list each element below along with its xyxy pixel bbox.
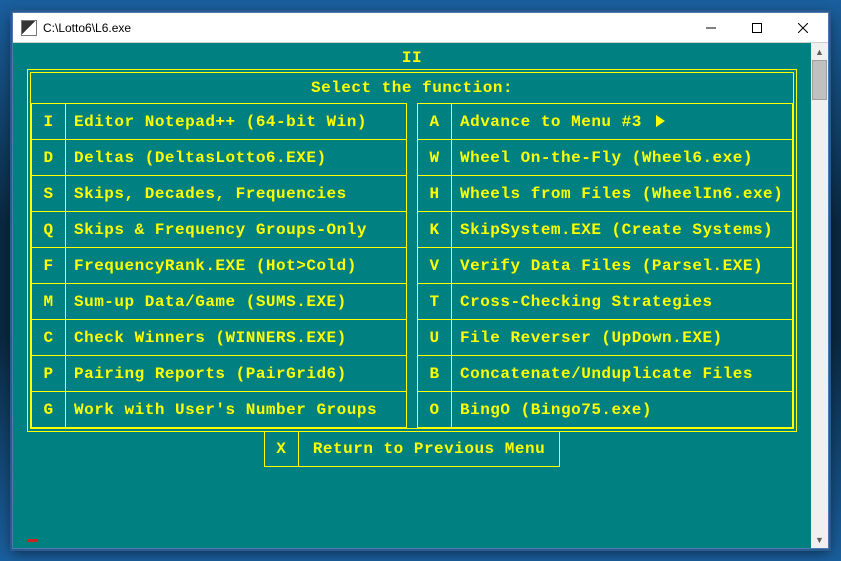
menu-item-c[interactable]: CCheck Winners (WINNERS.EXE) <box>32 320 407 356</box>
menu-key: Q <box>32 212 66 248</box>
menu-label: FrequencyRank.EXE (Hot>Cold) <box>66 248 407 284</box>
menu-frame: Select the function: IEditor Notepad++ (… <box>27 69 797 432</box>
scroll-up-button[interactable]: ▲ <box>811 43 828 60</box>
menu-item-a[interactable]: AAdvance to Menu #3 <box>418 104 793 140</box>
menu-item-o[interactable]: OBingO (Bingo75.exe) <box>418 392 793 428</box>
menu-key: H <box>418 176 452 212</box>
menu-label: Verify Data Files (Parsel.EXE) <box>452 248 793 284</box>
menu-item-t[interactable]: TCross-Checking Strategies <box>418 284 793 320</box>
maximize-button[interactable] <box>734 14 780 42</box>
menu-key: C <box>32 320 66 356</box>
menu-key: A <box>418 104 452 140</box>
page-number: II <box>27 49 797 67</box>
app-icon <box>21 20 37 36</box>
menu-key: S <box>32 176 66 212</box>
content-area: II Select the function: IEditor Notepad+… <box>13 43 828 548</box>
menu-label: Wheel On-the-Fly (Wheel6.exe) <box>452 140 793 176</box>
menu-key: V <box>418 248 452 284</box>
menu-item-i[interactable]: IEditor Notepad++ (64-bit Win) <box>32 104 407 140</box>
menu-label: Pairing Reports (PairGrid6) <box>66 356 407 392</box>
menu-item-d[interactable]: DDeltas (DeltasLotto6.EXE) <box>32 140 407 176</box>
scroll-thumb[interactable] <box>812 60 827 100</box>
menu-label: Check Winners (WINNERS.EXE) <box>66 320 407 356</box>
minimize-button[interactable] <box>688 14 734 42</box>
footer-menu: X Return to Previous Menu <box>264 432 560 467</box>
menu-label: Skips & Frequency Groups-Only <box>66 212 407 248</box>
menu-label: Sum-up Data/Game (SUMS.EXE) <box>66 284 407 320</box>
menu-item-b[interactable]: BConcatenate/Unduplicate Files <box>418 356 793 392</box>
menu-label: Return to Previous Menu <box>298 432 559 467</box>
menu-label: Concatenate/Unduplicate Files <box>452 356 793 392</box>
menu-item-w[interactable]: WWheel On-the-Fly (Wheel6.exe) <box>418 140 793 176</box>
vertical-scrollbar[interactable]: ▲ ▼ <box>811 43 828 548</box>
menu-key: D <box>32 140 66 176</box>
menu-key: M <box>32 284 66 320</box>
menu-key: U <box>418 320 452 356</box>
titlebar[interactable]: C:\Lotto6\L6.exe <box>13 13 828 43</box>
menu-key: P <box>32 356 66 392</box>
console: II Select the function: IEditor Notepad+… <box>13 43 811 548</box>
menu-label: Deltas (DeltasLotto6.EXE) <box>66 140 407 176</box>
menu-key: B <box>418 356 452 392</box>
menu-label: Editor Notepad++ (64-bit Win) <box>66 104 407 140</box>
menu-key: O <box>418 392 452 428</box>
menu-label: Work with User's Number Groups <box>66 392 407 428</box>
menu-item-p[interactable]: PPairing Reports (PairGrid6) <box>32 356 407 392</box>
arrow-right-icon <box>656 115 665 127</box>
menu-header: Select the function: <box>31 73 793 103</box>
menu-label: Skips, Decades, Frequencies <box>66 176 407 212</box>
menu-label: Cross-Checking Strategies <box>452 284 793 320</box>
right-column: AAdvance to Menu #3 WWheel On-the-Fly (W… <box>417 103 793 428</box>
menu-label: Advance to Menu #3 <box>452 104 793 140</box>
menu-item-k[interactable]: KSkipSystem.EXE (Create Systems) <box>418 212 793 248</box>
app-window: C:\Lotto6\L6.exe II Select the function: <box>12 12 829 549</box>
menu-key: X <box>264 432 298 467</box>
menu-label: Wheels from Files (WheelIn6.exe) <box>452 176 793 212</box>
menu-key: K <box>418 212 452 248</box>
close-button[interactable] <box>780 14 826 42</box>
menu-key: T <box>418 284 452 320</box>
menu-key: I <box>32 104 66 140</box>
left-column: IEditor Notepad++ (64-bit Win)DDeltas (D… <box>31 103 407 428</box>
menu-key: W <box>418 140 452 176</box>
menu-item-m[interactable]: MSum-up Data/Game (SUMS.EXE) <box>32 284 407 320</box>
menu-label: File Reverser (UpDown.EXE) <box>452 320 793 356</box>
menu-key: G <box>32 392 66 428</box>
menu-item-u[interactable]: UFile Reverser (UpDown.EXE) <box>418 320 793 356</box>
scroll-down-button[interactable]: ▼ <box>811 531 828 548</box>
menu-label: SkipSystem.EXE (Create Systems) <box>452 212 793 248</box>
menu-item-s[interactable]: SSkips, Decades, Frequencies <box>32 176 407 212</box>
menu-item-h[interactable]: HWheels from Files (WheelIn6.exe) <box>418 176 793 212</box>
menu-item-return[interactable]: X Return to Previous Menu <box>264 432 559 467</box>
menu-item-f[interactable]: FFrequencyRank.EXE (Hot>Cold) <box>32 248 407 284</box>
text-cursor <box>27 539 38 542</box>
window-title: C:\Lotto6\L6.exe <box>43 21 688 35</box>
menu-item-q[interactable]: QSkips & Frequency Groups-Only <box>32 212 407 248</box>
menu-item-v[interactable]: VVerify Data Files (Parsel.EXE) <box>418 248 793 284</box>
menu-key: F <box>32 248 66 284</box>
window-controls <box>688 14 826 42</box>
menu-label: BingO (Bingo75.exe) <box>452 392 793 428</box>
menu-item-g[interactable]: GWork with User's Number Groups <box>32 392 407 428</box>
